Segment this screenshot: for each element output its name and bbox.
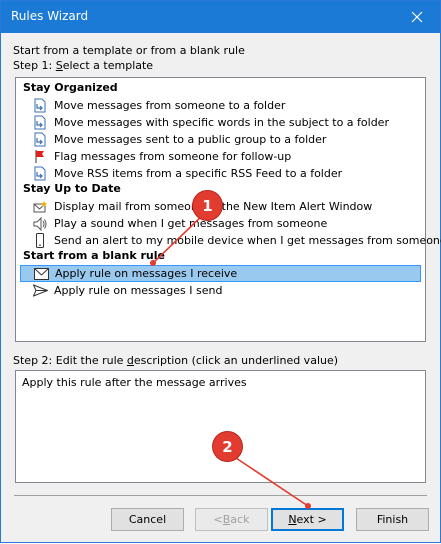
list-item-label: Flag messages from someone for follow-up (54, 150, 292, 163)
alert-envelope-icon (32, 199, 48, 215)
list-item[interactable]: Send an alert to my mobile device when I… (20, 232, 441, 249)
list-item-label: Send an alert to my mobile device when I… (54, 234, 441, 247)
window-title: Rules Wizard (11, 9, 89, 23)
wizard-body: Start from a template or from a blank ru… (1, 33, 441, 542)
list-item-selected[interactable]: Apply rule on messages I receive (20, 265, 421, 282)
cancel-button[interactable]: Cancel (111, 508, 184, 531)
callout-marker-1: 1 (193, 191, 222, 220)
group-header-stay-up-to-date: Stay Up to Date (23, 182, 121, 195)
back-button[interactable]: < Back (195, 508, 268, 531)
move-to-folder-icon (32, 98, 48, 114)
callout-marker-2: 2 (213, 432, 242, 461)
group-header-stay-organized: Stay Organized (23, 81, 118, 94)
list-item-label: Move messages with specific words in the… (54, 116, 389, 129)
rules-wizard-window: Rules Wizard Start from a template or fr… (0, 0, 441, 543)
list-item[interactable]: Flag messages from someone for follow-up (20, 148, 421, 165)
group-header-blank-rule: Start from a blank rule (23, 249, 165, 262)
paper-plane-icon (32, 283, 48, 299)
list-item[interactable]: Apply rule on messages I send (20, 282, 421, 299)
button-divider (14, 495, 427, 496)
red-flag-icon (32, 149, 48, 165)
list-item-label: Move RSS items from a specific RSS Feed … (54, 167, 343, 180)
list-item[interactable]: Move messages from someone to a folder (20, 97, 421, 114)
finish-button[interactable]: Finish (356, 508, 429, 531)
intro-text: Start from a template or from a blank ru… (13, 44, 245, 57)
list-item-label: Move messages sent to a public group to … (54, 133, 327, 146)
list-item-label: Apply rule on messages I send (54, 284, 223, 297)
close-icon (411, 11, 423, 23)
rule-description-box[interactable]: Apply this rule after the message arrive… (15, 370, 426, 483)
next-button[interactable]: Next > (271, 508, 344, 531)
close-button[interactable] (394, 1, 440, 33)
move-to-folder-icon (32, 166, 48, 182)
rule-description-text: Apply this rule after the message arrive… (22, 376, 247, 389)
mobile-phone-icon (32, 233, 48, 249)
step2-label: Step 2: Edit the rule description (click… (13, 354, 339, 367)
speaker-icon (32, 216, 48, 232)
list-item-label: Move messages from someone to a folder (54, 99, 286, 112)
move-to-folder-icon (32, 132, 48, 148)
list-item-label: Play a sound when I get messages from so… (54, 217, 328, 230)
list-item[interactable]: Move messages with specific words in the… (20, 114, 421, 131)
list-item[interactable]: Move messages sent to a public group to … (20, 131, 421, 148)
title-bar: Rules Wizard (1, 1, 440, 33)
step1-label: Step 1: Select a template (13, 59, 154, 72)
envelope-icon (33, 266, 49, 282)
list-item[interactable]: Move RSS items from a specific RSS Feed … (20, 165, 421, 182)
move-to-folder-icon (32, 115, 48, 131)
list-item-label: Apply rule on messages I receive (55, 267, 238, 280)
list-item[interactable]: Play a sound when I get messages from so… (20, 215, 421, 232)
